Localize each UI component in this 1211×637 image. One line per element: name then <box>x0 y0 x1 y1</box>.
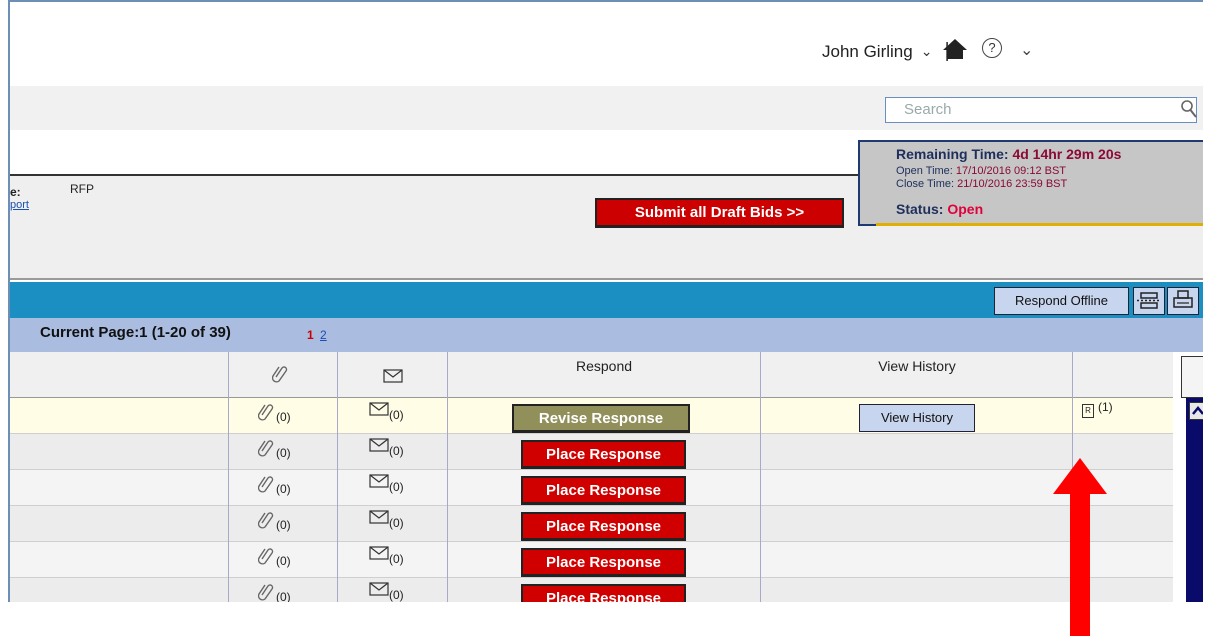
envelope-icon[interactable] <box>369 474 389 488</box>
current-page: Current Page:1 (1-20 of 39) <box>40 324 231 341</box>
chevron-down-icon: ⌄ <box>920 43 933 59</box>
page-1-link[interactable]: 1 <box>307 328 314 342</box>
red-arrow-annotation <box>1053 458 1107 636</box>
status: Status: Open <box>896 201 984 217</box>
message-count: (0) <box>389 552 404 566</box>
paperclip-icon[interactable] <box>258 474 274 494</box>
column-divider <box>447 352 448 602</box>
user-menu[interactable]: John Girling ⌄ | <box>822 40 954 63</box>
help-icon[interactable]: ? <box>982 38 1002 58</box>
submit-all-draft-bids-button[interactable]: Submit all Draft Bids >> <box>595 198 844 228</box>
respond-column-header: Respond <box>575 358 633 374</box>
scroll-up-button[interactable] <box>1189 402 1203 420</box>
search-input[interactable]: Search <box>885 97 1197 123</box>
chevron-down-icon[interactable]: ⌄ <box>1020 40 1033 60</box>
attachment-count: (0) <box>276 554 291 568</box>
remaining-time: Remaining Time: 4d 14hr 29m 20s <box>896 146 1122 162</box>
paperclip-icon[interactable] <box>258 582 274 602</box>
chevron-up-icon <box>1192 406 1203 415</box>
column-divider <box>760 352 761 602</box>
columns-icon[interactable] <box>1133 287 1165 315</box>
r-icon: R <box>1082 404 1094 418</box>
attachment-count: (0) <box>276 518 291 532</box>
event-type-value: RFP <box>70 182 94 196</box>
page-2-link[interactable]: 2 <box>320 328 327 342</box>
scrollbar[interactable] <box>1186 398 1203 602</box>
print-icon[interactable] <box>1167 287 1199 315</box>
response-tag[interactable]: R (1) <box>1082 400 1113 418</box>
user-name: John Girling <box>822 41 913 61</box>
message-count: (0) <box>389 516 404 530</box>
attachment-count: (0) <box>276 590 291 602</box>
view-history-button[interactable]: View History <box>859 404 975 432</box>
paperclip-icon <box>272 366 288 383</box>
respond-offline-button[interactable]: Respond Offline <box>994 287 1129 315</box>
paperclip-icon[interactable] <box>258 546 274 566</box>
place-response-button[interactable]: Place Response <box>521 476 686 505</box>
envelope-icon[interactable] <box>369 438 389 452</box>
message-count: (0) <box>389 408 404 422</box>
place-response-button[interactable]: Place Response <box>521 512 686 541</box>
place-response-button[interactable]: Place Response <box>521 440 686 469</box>
envelope-icon[interactable] <box>369 546 389 560</box>
message-count: (0) <box>389 588 404 602</box>
paperclip-icon[interactable] <box>258 402 274 422</box>
message-count: (0) <box>389 444 404 458</box>
envelope-icon[interactable] <box>369 582 389 596</box>
app-frame: John Girling ⌄ | ? ⌄ Search e: RFP port … <box>8 0 1203 602</box>
place-response-button[interactable]: Place Response <box>521 548 686 577</box>
attachment-count: (0) <box>276 410 291 424</box>
timer-underline <box>876 223 1203 226</box>
close-time: Close Time: 21/10/2016 23:59 BST <box>896 178 1068 190</box>
paperclip-icon[interactable] <box>258 510 274 530</box>
envelope-icon <box>383 369 403 383</box>
column-divider <box>337 352 338 602</box>
revise-response-button[interactable]: Revise Response <box>512 404 690 433</box>
place-response-button[interactable]: Place Response <box>521 584 686 602</box>
attachment-count: (0) <box>276 446 291 460</box>
paperclip-icon[interactable] <box>258 438 274 458</box>
envelope-icon[interactable] <box>369 510 389 524</box>
search-icon[interactable] <box>1180 99 1198 119</box>
column-divider <box>228 352 229 602</box>
report-link[interactable]: port <box>10 199 29 211</box>
attachment-count: (0) <box>276 482 291 496</box>
home-icon[interactable] <box>942 38 968 60</box>
event-type-label: e: <box>10 185 21 199</box>
message-count: (0) <box>389 480 404 494</box>
view-history-column-header: View History <box>878 358 956 374</box>
envelope-icon[interactable] <box>369 402 389 416</box>
open-time: Open Time: 17/10/2016 09:12 BST <box>896 165 1067 177</box>
scrollbar-header <box>1181 356 1203 398</box>
